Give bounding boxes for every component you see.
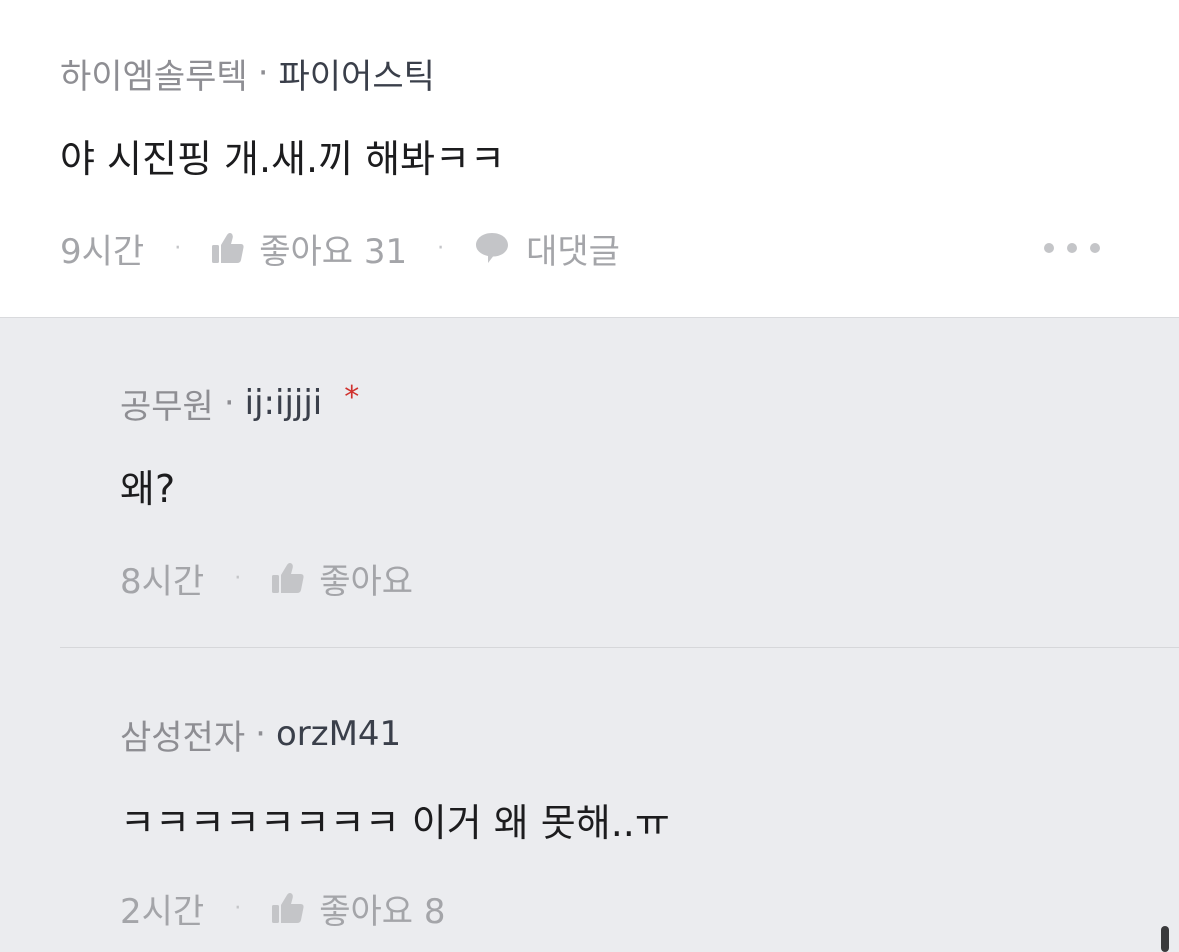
action-separator: · [234,565,242,591]
scrollbar-thumb[interactable] [1161,926,1169,952]
meta-separator: · [255,714,266,754]
comment-meta: 삼성전자 · orzM41 [120,711,401,758]
author-nickname[interactable]: orzM41 [276,714,401,754]
like-label: 좋아요 8 [319,891,446,932]
action-separator: · [437,235,445,261]
reply-button[interactable]: 대댓글 [474,224,620,273]
reply-comment: 삼성전자 · orzM41 ㅋㅋㅋㅋㅋㅋㅋㅋ 이거 왜 못해..ㅠ 2시간 · … [0,648,1179,952]
more-horizontal-icon [1044,243,1054,253]
comment-actions: 2시간 · 좋아요 8 [120,884,445,932]
action-separator: · [174,235,182,261]
comment-body: ㅋㅋㅋㅋㅋㅋㅋㅋ 이거 왜 못해..ㅠ [120,801,670,845]
comment-actions: 9시간 · 좋아요 31 · 대댓글 [60,224,1120,272]
author-company: 공무원 [120,386,214,427]
author-mark: * [344,379,360,415]
comment-time: 8시간 [120,561,205,602]
reply-label: 대댓글 [526,231,620,272]
meta-separator: · [257,53,269,93]
like-label: 좋아요 [319,561,414,602]
thumbs-up-icon [271,892,305,924]
like-label: 좋아요 31 [259,231,408,272]
comment-meta: 공무원 · ij:ijjji * [120,379,360,427]
main-comment: 하이엠솔루텍 · 파이어스틱 야 시진핑 개.새.끼 해봐ㅋㅋ 9시간 · 좋아… [0,0,1179,318]
thumbs-up-icon [271,562,305,594]
like-button[interactable]: 좋아요 8 [271,884,445,933]
author-company: 하이엠솔루텍 [60,56,248,97]
like-button[interactable]: 좋아요 [271,554,413,603]
comment-thread: 하이엠솔루텍 · 파이어스틱 야 시진핑 개.새.끼 해봐ㅋㅋ 9시간 · 좋아… [0,0,1179,952]
thumbs-up-icon [211,232,245,264]
reply-comment: 공무원 · ij:ijjji * 왜? 8시간 · 좋아요 [0,318,1179,648]
action-separator: · [234,895,242,921]
comment-meta: 하이엠솔루텍 · 파이어스틱 [60,49,435,98]
more-options-button[interactable] [1044,232,1100,264]
comment-body: 왜? [120,467,176,511]
comment-body: 야 시진핑 개.새.끼 해봐ㅋㅋ [60,137,505,181]
comment-time: 9시간 [60,231,145,272]
meta-separator: · [223,383,235,423]
author-nickname[interactable]: ij:ijjji [245,383,323,423]
author-company: 삼성전자 [120,717,246,758]
like-button[interactable]: 좋아요 31 [211,224,407,273]
comment-time: 2시간 [120,891,205,932]
speech-bubble-icon [474,231,510,265]
author-nickname[interactable]: 파이어스틱 [279,49,435,98]
comment-actions: 8시간 · 좋아요 [120,554,413,602]
